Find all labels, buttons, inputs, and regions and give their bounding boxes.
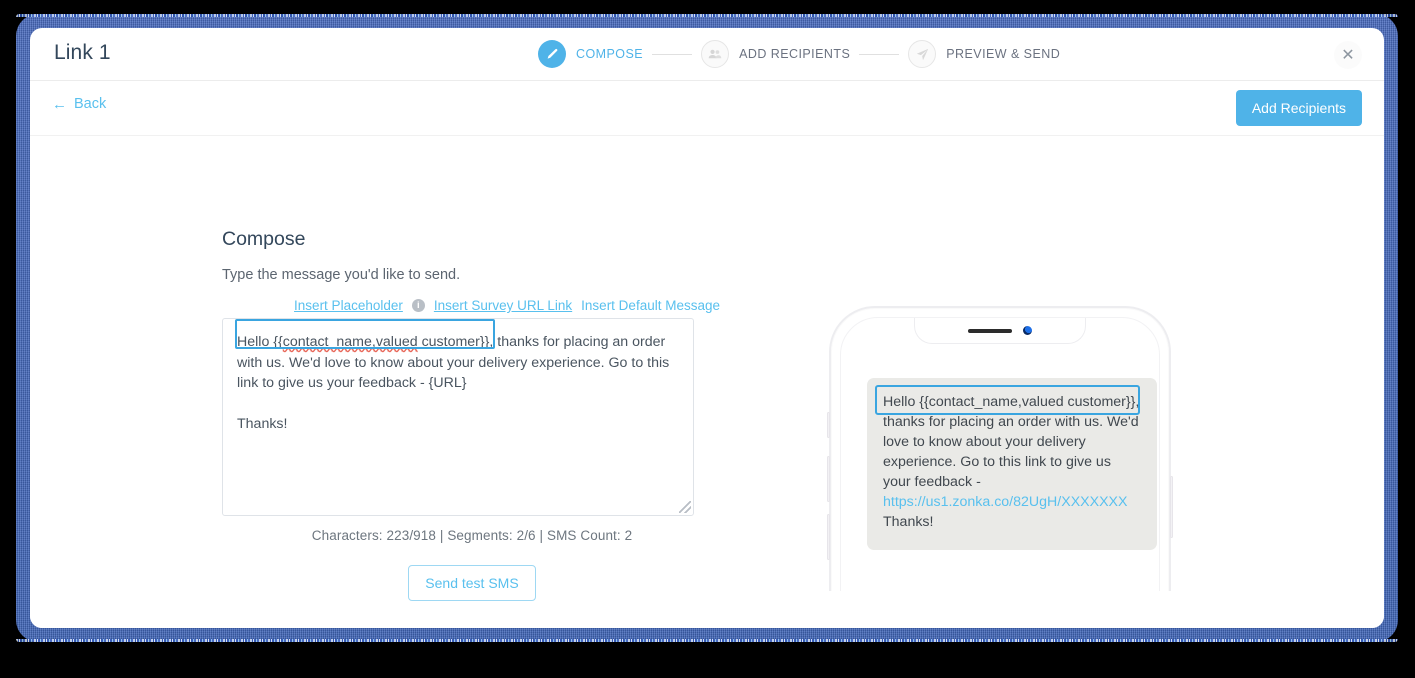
camera-icon (1023, 326, 1032, 335)
phone-silent-switch (827, 412, 830, 438)
phone-volume-up-button (827, 456, 830, 502)
step-label-add-recipients: ADD RECIPIENTS (739, 47, 851, 61)
close-icon[interactable]: ✕ (1334, 41, 1362, 69)
step-divider-1 (652, 53, 693, 55)
bubble-text-after-link: Thanks! (883, 514, 934, 530)
people-icon (701, 40, 730, 68)
selection-frame: Link 1 COMPOSE ADD RECIPIENTS PREVIEW & … (16, 14, 1398, 642)
send-test-row: Send test SMS (222, 565, 722, 601)
send-test-sms-button[interactable]: Send test SMS (408, 565, 536, 601)
top-bar: Link 1 COMPOSE ADD RECIPIENTS PREVIEW & … (30, 28, 1384, 81)
sms-preview-bubble: Hello {{contact_name,valued customer}}, … (867, 378, 1157, 550)
message-textarea[interactable]: Hello {{contact_name,valued customer}}, … (222, 318, 694, 516)
message-text-part-1: Hello {{ (237, 334, 283, 350)
message-spellchecked-text: contact_name,valued (282, 334, 418, 350)
info-icon[interactable]: i (411, 299, 425, 312)
page-title: Link 1 (54, 41, 111, 64)
app-panel: Link 1 COMPOSE ADD RECIPIENTS PREVIEW & … (30, 28, 1384, 628)
add-recipients-button[interactable]: Add Recipients (1235, 90, 1362, 126)
phone-frame: Hello {{contact_name,valued customer}}, … (827, 306, 1173, 591)
step-compose[interactable]: COMPOSE (538, 40, 643, 68)
step-preview-send[interactable]: PREVIEW & SEND (908, 40, 1060, 68)
phone-notch (914, 318, 1086, 344)
bubble-survey-link[interactable]: https://us1.zonka.co/82UgH/XXXXXXX (883, 494, 1127, 510)
phone-preview: Hello {{contact_name,valued customer}}, … (820, 291, 1180, 591)
step-label-preview-send: PREVIEW & SEND (946, 47, 1061, 61)
back-button-label: Back (74, 96, 107, 112)
wizard-stepper: COMPOSE ADD RECIPIENTS PREVIEW & SEND (538, 40, 1060, 68)
main-content: Compose Type the message you'd like to s… (30, 136, 1384, 628)
bubble-text-before-link: Hello {{contact_name,valued customer}}, … (883, 394, 1140, 490)
step-divider-2 (859, 53, 900, 55)
insert-survey-url-link[interactable]: Insert Survey URL Link (434, 298, 572, 313)
textarea-resize-handle[interactable] (679, 501, 691, 513)
speaker-icon (968, 328, 1012, 333)
insert-placeholder-link[interactable]: Insert Placeholder (294, 298, 403, 313)
pencil-icon (538, 40, 566, 68)
compose-heading: Compose (222, 228, 306, 250)
compose-subtitle: Type the message you'd like to send. (222, 267, 461, 283)
back-button[interactable]: ← Back (52, 96, 106, 112)
step-label-compose: COMPOSE (576, 47, 644, 61)
phone-power-button (1170, 476, 1173, 538)
insert-default-message-link[interactable]: Insert Default Message (581, 298, 720, 313)
character-counter: Characters: 223/918 | Segments: 2/6 | SM… (311, 528, 633, 543)
sub-bar: ← Back Add Recipients (30, 81, 1384, 136)
compose-section: Compose Type the message you'd like to s… (222, 228, 722, 601)
insert-links-row: Insert Placeholder i Insert Survey URL L… (222, 298, 722, 313)
paper-plane-icon (908, 40, 937, 68)
phone-screen: Hello {{contact_name,valued customer}}, … (840, 317, 1160, 591)
arrow-left-icon: ← (52, 95, 67, 113)
phone-volume-down-button (827, 514, 830, 560)
step-add-recipients[interactable]: ADD RECIPIENTS (701, 40, 850, 68)
